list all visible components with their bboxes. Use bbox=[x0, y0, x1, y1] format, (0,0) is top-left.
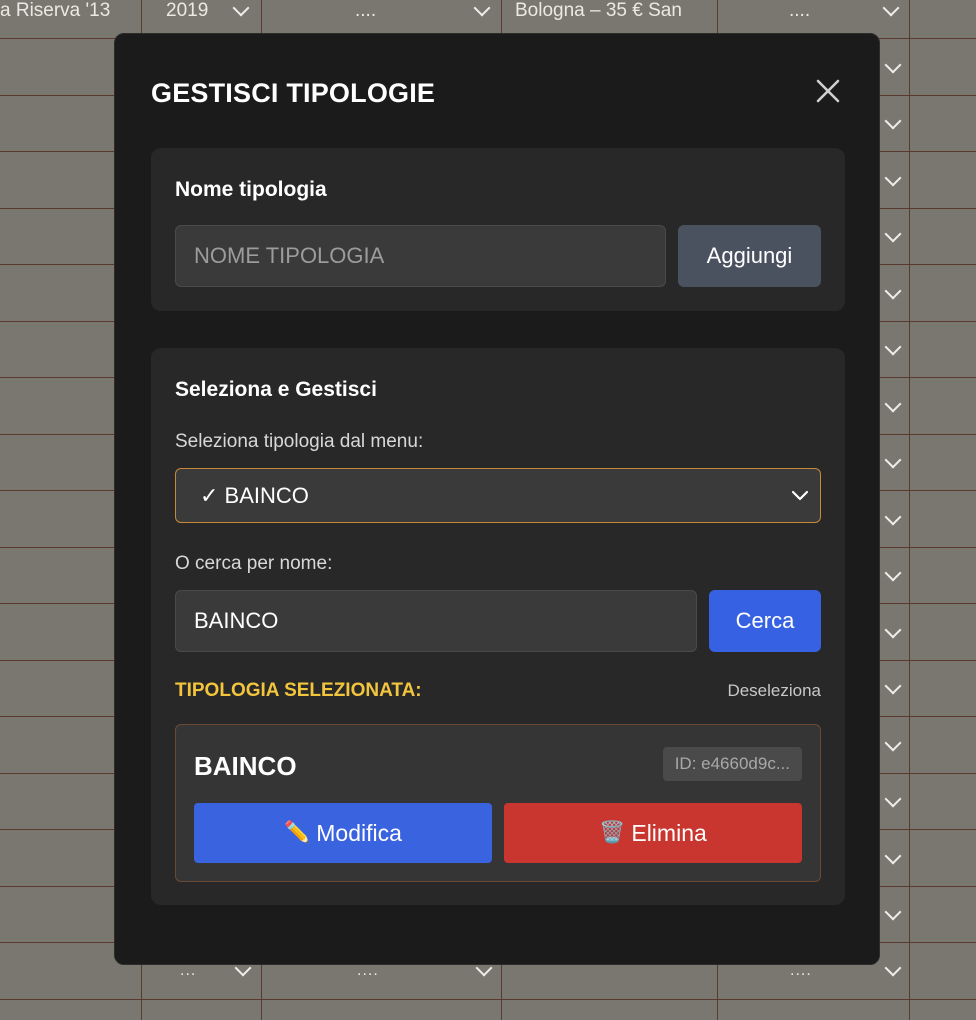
edit-button[interactable]: ✏️ Modifica bbox=[194, 803, 492, 863]
manage-types-modal: GESTISCI TIPOLOGIE Nome tipologia Aggiun… bbox=[114, 33, 880, 965]
pencil-icon: ✏️ bbox=[284, 821, 311, 844]
column-divider bbox=[909, 0, 910, 1020]
chevron-down-icon[interactable] bbox=[884, 564, 902, 582]
chevron-down-icon[interactable] bbox=[884, 112, 902, 130]
close-icon bbox=[816, 79, 840, 103]
type-select[interactable]: ✓ BAINCO bbox=[175, 468, 821, 523]
deselect-link[interactable]: Deseleziona bbox=[727, 681, 821, 701]
search-button[interactable]: Cerca bbox=[709, 590, 821, 652]
chevron-down-icon[interactable] bbox=[884, 621, 902, 639]
wine-cell[interactable]: a Riserva '13 bbox=[0, 0, 138, 22]
chevron-down-icon[interactable] bbox=[884, 903, 902, 921]
chevron-down-icon[interactable] bbox=[232, 0, 250, 17]
chevron-down-icon[interactable] bbox=[884, 225, 902, 243]
select-label: Seleziona tipologia dal menu: bbox=[175, 431, 424, 452]
chevron-down-icon[interactable] bbox=[884, 734, 902, 752]
chevron-down-icon[interactable] bbox=[884, 508, 902, 526]
edit-label: Modifica bbox=[316, 819, 402, 846]
selected-type-label: TIPOLOGIA SELEZIONATA: bbox=[175, 680, 422, 701]
selected-type-name: BAINCO bbox=[194, 751, 297, 781]
location-cell[interactable]: Bologna – 35 € San bbox=[515, 0, 705, 22]
delete-button[interactable]: 🗑️ Elimina bbox=[504, 803, 802, 863]
chevron-down-icon[interactable] bbox=[884, 338, 902, 356]
add-button[interactable]: Aggiungi bbox=[678, 225, 821, 287]
select-value: ✓ BAINCO bbox=[200, 483, 309, 508]
chevron-down-icon[interactable] bbox=[884, 56, 902, 74]
year-cell[interactable]: 2019 bbox=[166, 0, 208, 22]
close-button[interactable] bbox=[811, 74, 845, 108]
chevron-down-icon bbox=[791, 490, 809, 501]
search-label: O cerca per nome: bbox=[175, 553, 333, 574]
add-section-title: Nome tipologia bbox=[175, 178, 327, 201]
add-type-panel: Nome tipologia Aggiungi bbox=[151, 148, 845, 311]
chevron-down-icon[interactable] bbox=[884, 790, 902, 808]
row-divider bbox=[0, 999, 976, 1000]
chevron-down-icon[interactable] bbox=[884, 169, 902, 187]
chevron-down-icon[interactable] bbox=[884, 395, 902, 413]
modal-title: GESTISCI TIPOLOGIE bbox=[151, 78, 436, 108]
chevron-down-icon[interactable] bbox=[473, 0, 491, 17]
manage-section-title: Seleziona e Gestisci bbox=[175, 378, 377, 401]
chevron-down-icon[interactable] bbox=[884, 677, 902, 695]
delete-label: Elimina bbox=[631, 819, 707, 846]
chevron-down-icon[interactable] bbox=[884, 451, 902, 469]
search-input[interactable] bbox=[175, 590, 697, 652]
manage-types-panel: Seleziona e Gestisci Seleziona tipologia… bbox=[151, 348, 845, 905]
type-name-input[interactable] bbox=[175, 225, 666, 287]
chevron-down-icon[interactable] bbox=[884, 847, 902, 865]
trash-icon: 🗑️ bbox=[599, 821, 626, 844]
chevron-down-icon[interactable] bbox=[884, 282, 902, 300]
dots-cell[interactable]: .... bbox=[789, 0, 810, 22]
id-badge: ID: e4660d9c... bbox=[662, 747, 802, 781]
selected-type-card: BAINCO ID: e4660d9c... ✏️ Modifica 🗑️ El… bbox=[175, 724, 821, 882]
dots-cell[interactable]: .... bbox=[355, 0, 376, 22]
chevron-down-icon[interactable] bbox=[884, 959, 902, 977]
chevron-down-icon[interactable] bbox=[882, 0, 900, 17]
